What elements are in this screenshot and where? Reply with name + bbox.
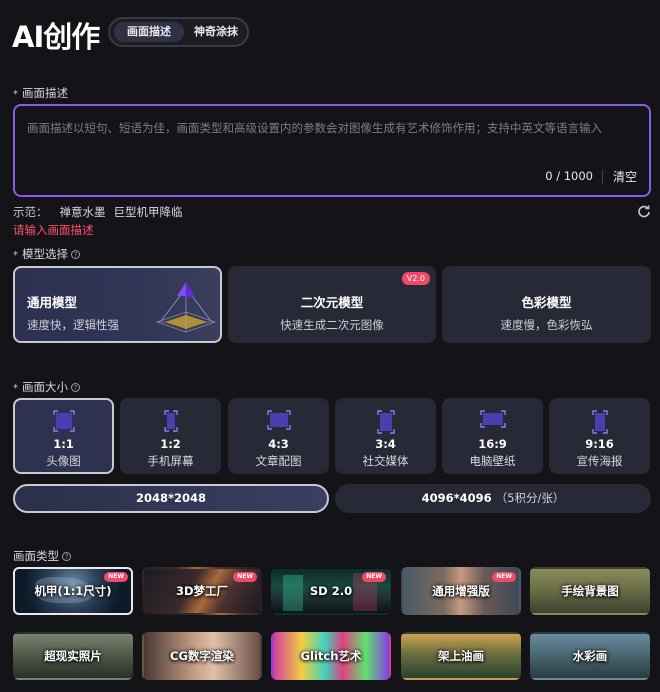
examples-row: 示范： 禅意水墨 巨型机甲降临: [13, 204, 191, 220]
style-tile-label: 机甲(1:1尺寸): [34, 584, 112, 598]
style-tile-easel-oil[interactable]: 架上油画: [401, 632, 521, 680]
new-badge: NEW: [233, 572, 257, 582]
resolution-label: 4096*4096: [421, 491, 492, 505]
style-tile-sd2[interactable]: NEW SD 2.0: [271, 567, 391, 615]
ratio-card-1-1[interactable]: 1:1 头像图: [13, 398, 114, 474]
model-label: * 模型选择?: [13, 246, 80, 262]
ratio-card-3-4[interactable]: 3:4 社交媒体: [335, 398, 436, 474]
description-label-text: 画面描述: [22, 86, 68, 100]
examples-label: 示范：: [13, 205, 48, 219]
ratio-value: 3:4: [375, 437, 396, 451]
resolution-4096-button[interactable]: 4096*4096 （5积分/张）: [335, 484, 651, 513]
style-tile-label: Glitch艺术: [300, 649, 362, 663]
model-card-anime[interactable]: V2.0 二次元模型 快速生成二次元图像: [228, 266, 436, 343]
model-name: 二次元模型: [300, 295, 364, 310]
ratio-value: 4:3: [268, 437, 289, 451]
version-badge: V2.0: [401, 272, 430, 285]
ratio-card-9-16[interactable]: 9:16 宣传海报: [549, 398, 650, 474]
description-box: 0 / 1000 清空: [13, 104, 651, 197]
ratio-value: 16:9: [478, 437, 507, 451]
ratio-name: 社交媒体: [362, 454, 409, 468]
ratio-name: 宣传海报: [576, 454, 623, 468]
ratio-name: 文章配图: [255, 454, 302, 468]
pyramid-icon: [153, 278, 219, 339]
resolution-2048-button[interactable]: 2048*2048: [13, 484, 329, 513]
style-tile-surreal-photo[interactable]: 超现实照片: [13, 632, 133, 680]
ratio-1-1-icon: [52, 410, 75, 435]
style-tile-label: 架上油画: [438, 649, 484, 663]
model-card-general[interactable]: 通用模型 速度快，逻辑性强: [13, 266, 222, 343]
tab-magic-erase[interactable]: 神奇涂抹: [186, 22, 246, 42]
ratio-value: 1:2: [160, 437, 181, 451]
style-label-text: 画面类型: [13, 549, 59, 563]
style-tile-label: 通用增强版: [432, 584, 490, 598]
new-badge: NEW: [104, 572, 128, 582]
model-desc: 快速生成二次元图像: [280, 318, 384, 332]
model-desc: 速度快，逻辑性强: [27, 318, 119, 332]
char-counter: 0 / 1000: [545, 169, 593, 183]
model-name: 通用模型: [27, 295, 78, 310]
style-tile-label: 超现实照片: [44, 649, 102, 663]
ratio-9-16-icon: [591, 410, 608, 437]
resolution-label: 2048*2048: [135, 491, 207, 505]
new-badge: NEW: [492, 572, 516, 582]
model-label-text: 模型选择: [22, 247, 68, 261]
ratio-name: 手机屏幕: [147, 454, 194, 468]
help-icon[interactable]: ?: [71, 250, 80, 259]
example-link[interactable]: 禅意水墨: [60, 205, 106, 219]
model-name: 色彩模型: [521, 295, 572, 310]
ratio-16-9-icon: [479, 410, 506, 431]
ratio-name: 电脑壁纸: [469, 454, 516, 468]
size-label: * 画面大小?: [13, 379, 80, 395]
error-message: 请输入画面描述: [13, 223, 94, 237]
ratio-1-2-icon: [163, 410, 178, 435]
help-icon[interactable]: ?: [62, 552, 71, 561]
ratio-3-4-icon: [376, 410, 395, 437]
ratio-card-1-2[interactable]: 1:2 手机屏幕: [120, 398, 221, 474]
style-tile-label: CG数字渲染: [170, 649, 234, 663]
style-label: 画面类型?: [13, 548, 71, 564]
resolution-cost: （5积分/张）: [495, 491, 565, 505]
help-icon[interactable]: ?: [71, 383, 80, 392]
divider: [602, 170, 603, 184]
size-label-text: 画面大小: [22, 380, 68, 394]
ratio-value: 9:16: [585, 437, 614, 451]
model-desc: 速度慢，色彩恢弘: [500, 318, 593, 332]
ratio-card-16-9[interactable]: 16:9 电脑壁纸: [442, 398, 543, 474]
new-badge: NEW: [362, 572, 386, 582]
mode-switch: 画面描述 神奇涂抹: [108, 17, 249, 47]
page-title: AI创作: [12, 20, 100, 54]
style-tile-mecha[interactable]: NEW 机甲(1:1尺寸): [13, 567, 133, 615]
style-tile-label: 手绘背景图: [561, 584, 619, 598]
style-tile-watercolor[interactable]: 水彩画: [530, 632, 650, 680]
style-tile-glitch-art[interactable]: Glitch艺术: [271, 632, 391, 680]
required-mark: *: [13, 383, 18, 394]
refresh-icon[interactable]: [637, 204, 651, 218]
style-tile-label: 3D梦工厂: [175, 584, 229, 598]
ratio-name: 头像图: [46, 454, 81, 468]
style-tile-label: SD 2.0: [309, 584, 353, 598]
style-tile-cg-render[interactable]: CG数字渲染: [142, 632, 262, 680]
required-mark: *: [13, 250, 18, 261]
ratio-value: 1:1: [53, 437, 74, 451]
description-label: * 画面描述: [13, 85, 68, 101]
style-tile-hand-drawn-bg[interactable]: 手绘背景图: [530, 567, 650, 615]
ratio-card-4-3[interactable]: 4:3 文章配图: [228, 398, 329, 474]
style-tile-general-enhanced[interactable]: NEW 通用增强版: [401, 567, 521, 615]
style-tile-label: 水彩画: [572, 649, 608, 663]
example-link[interactable]: 巨型机甲降临: [114, 205, 183, 219]
model-card-color[interactable]: 色彩模型 速度慢，色彩恢弘: [442, 266, 651, 343]
description-input[interactable]: [27, 120, 637, 144]
required-mark: *: [13, 89, 18, 100]
ratio-4-3-icon: [266, 410, 291, 433]
tab-description[interactable]: 画面描述: [114, 22, 184, 42]
clear-button[interactable]: 清空: [613, 168, 637, 185]
style-tile-3d-dreamworks[interactable]: NEW 3D梦工厂: [142, 567, 262, 615]
